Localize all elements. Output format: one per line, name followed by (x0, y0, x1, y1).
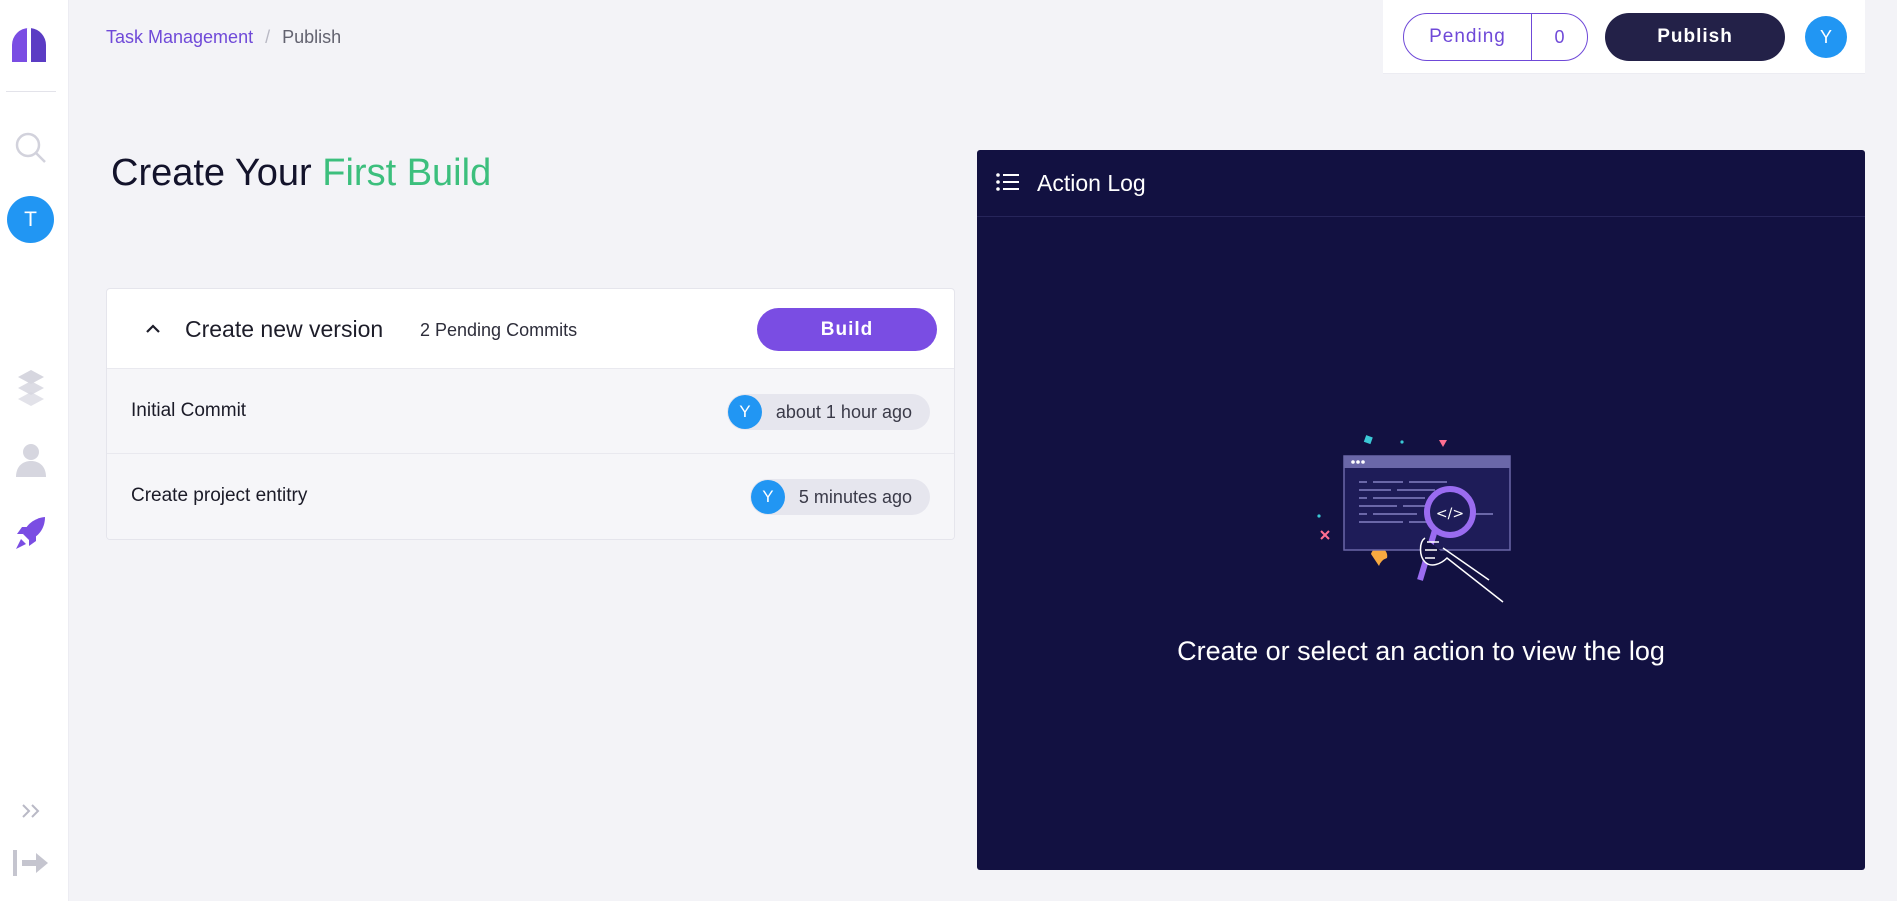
logo-icon[interactable] (10, 26, 48, 64)
pending-button[interactable]: Pending 0 (1403, 13, 1588, 61)
layers-icon[interactable] (12, 369, 50, 407)
breadcrumb-project-link[interactable]: Task Management (106, 27, 253, 48)
commit-time: about 1 hour ago (775, 401, 912, 422)
action-log-empty-message: Create or select an action to view the l… (1177, 636, 1665, 666)
action-log-header: Action Log (977, 150, 1865, 217)
pending-label: Pending (1429, 26, 1506, 47)
top-action-bar: Pending 0 Publish Y (1383, 0, 1865, 74)
action-log-title: Action Log (1037, 170, 1146, 196)
logout-icon[interactable] (12, 844, 50, 882)
commit-meta: Y about 1 hour ago (726, 394, 930, 430)
pending-commits-count: 2 Pending Commits (420, 320, 578, 340)
version-card-header: Create new version 2 Pending Commits Bui… (107, 289, 954, 369)
user-avatar[interactable]: Y (1805, 16, 1847, 58)
sidebar: T (0, 0, 69, 901)
rocket-icon[interactable] (12, 514, 50, 552)
action-log-panel: Action Log </> Create or select an actio… (977, 150, 1865, 870)
breadcrumb: Task Management / Publish (106, 27, 341, 48)
page-title-accent: First Build (322, 152, 492, 194)
commit-author-avatar: Y (727, 395, 762, 429)
version-card-title: Create new version (185, 316, 384, 342)
build-button[interactable]: Build (757, 308, 937, 351)
commit-row[interactable]: Initial Commit Y about 1 hour ago (107, 369, 954, 454)
commit-title: Initial Commit (131, 400, 247, 421)
svg-text:</>: </> (1436, 506, 1464, 522)
version-card: Create new version 2 Pending Commits Bui… (106, 288, 955, 540)
commit-meta: Y 5 minutes ago (749, 479, 930, 515)
page-title-prefix: Create Your (111, 152, 312, 194)
user-icon[interactable] (12, 441, 50, 479)
page-title: Create Your First Build (111, 152, 491, 195)
expand-icon[interactable] (12, 792, 50, 830)
publish-button[interactable]: Publish (1605, 13, 1785, 61)
workspace-avatar[interactable]: T (7, 196, 54, 243)
sidebar-divider (6, 91, 56, 92)
commit-author-avatar: Y (750, 480, 785, 514)
empty-state-illustration: </> (1307, 430, 1533, 610)
breadcrumb-separator: / (265, 27, 271, 47)
commit-time: 5 minutes ago (798, 486, 912, 507)
breadcrumb-current: Publish (282, 27, 342, 47)
pending-count: 0 (1531, 14, 1587, 60)
search-icon[interactable] (12, 129, 50, 167)
commit-title: Create project entitry (131, 485, 308, 506)
commit-row[interactable]: Create project entitry Y 5 minutes ago (107, 454, 954, 539)
list-icon (995, 170, 1021, 196)
chevron-up-icon[interactable] (141, 317, 165, 341)
